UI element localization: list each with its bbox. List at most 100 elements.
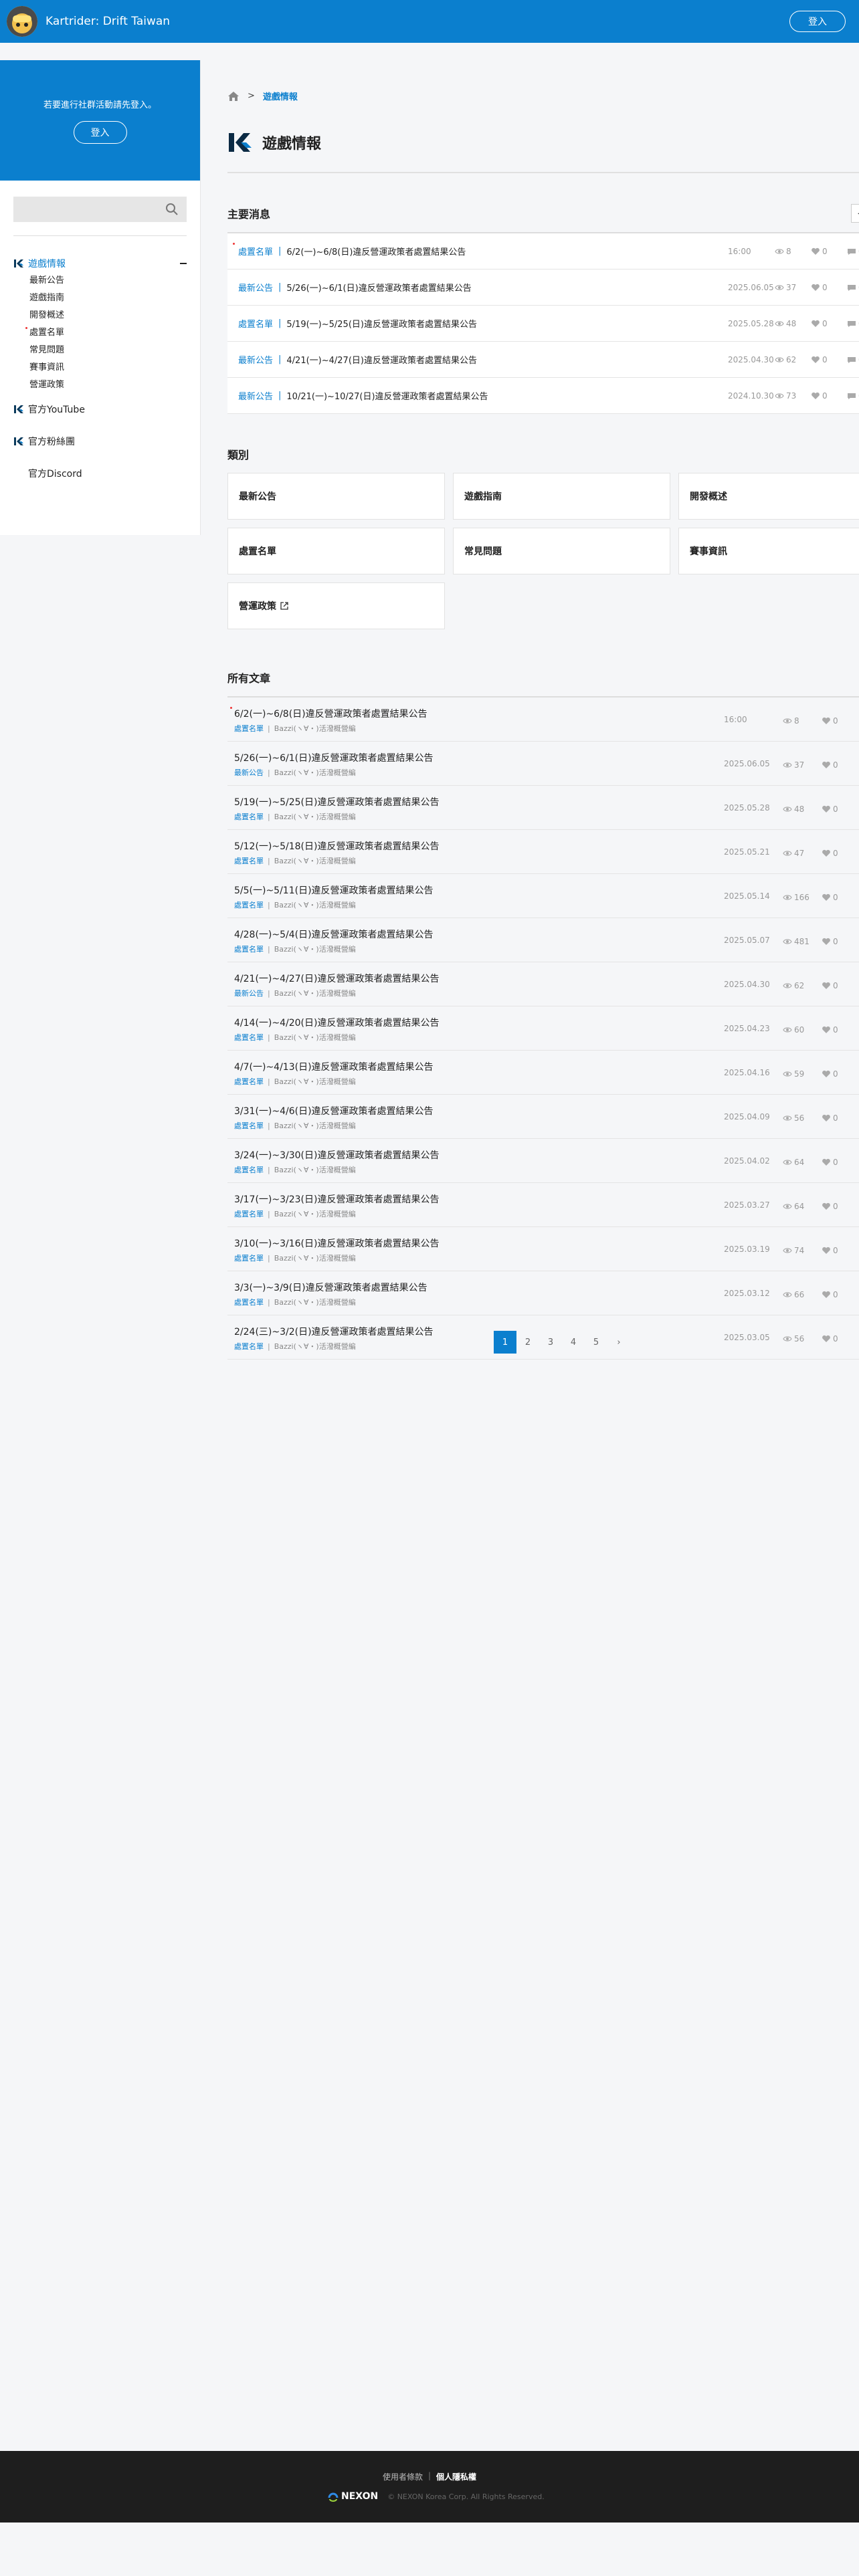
article-category: 處置名單 — [234, 857, 264, 865]
category-card-guide[interactable]: 遊戲指南 — [453, 473, 670, 520]
collapse-icon[interactable] — [180, 263, 187, 264]
sidebar-item-discord[interactable]: 官方Discord — [13, 465, 187, 482]
eye-icon — [783, 1292, 792, 1297]
article-category: 處置名單 — [234, 1033, 264, 1042]
article-meta: 處置名單 | Bazzi(ヽ∀・)活潑概營編 — [234, 723, 356, 734]
eye-icon — [783, 1071, 792, 1077]
views-count: 62 — [794, 981, 805, 990]
article-row[interactable]: 4/14(一)~4/20(日)違反營運政策者處置結果公告 處置名單 | Bazzi(ヽ… — [227, 1006, 859, 1051]
next-page-button[interactable]: › — [607, 1331, 630, 1354]
article-row[interactable]: 5/12(一)~5/18(日)違反營運政策者處置結果公告 處置名單 | Bazzi(ヽ… — [227, 830, 859, 874]
site-logo-avatar[interactable] — [7, 6, 37, 37]
notice-separator: | — [278, 282, 282, 292]
notice-row[interactable]: 最新公告 | 5/26(一)~6/1(日)違反營運政策者處置結果公告 2025.06.… — [227, 270, 859, 306]
article-date: 2025.04.09 — [724, 1112, 770, 1121]
article-row[interactable]: 3/10(一)~3/16(日)違反營運政策者處置結果公告 處置名單 | Bazzi(ヽ… — [227, 1227, 859, 1271]
notice-row[interactable]: 處置名單 | 6/2(一)~6/8(日)違反營運政策者處置結果公告 16:00 8 0 0 — [227, 233, 859, 270]
notice-date: 2025.04.30 — [728, 354, 774, 364]
article-title: 3/31(一)~4/6(日)違反營運政策者處置結果公告 — [234, 1106, 434, 1117]
article-row[interactable]: 3/24(一)~3/30(日)違反營運政策者處置結果公告 處置名單 | Bazzi(ヽ… — [227, 1139, 859, 1183]
carousel-prev-button[interactable]: ◀ — [851, 204, 859, 223]
notice-row[interactable]: 處置名單 | 5/19(一)~5/25(日)違反營運政策者處置結果公告 2025.05… — [227, 306, 859, 342]
category-card-esports[interactable]: 賽事資訊 — [678, 528, 859, 574]
heart-icon — [822, 1202, 830, 1210]
site-title[interactable]: Kartrider: Drift Taiwan — [45, 15, 170, 28]
category-card-news[interactable]: 最新公告 — [227, 473, 445, 520]
category-card-policy[interactable]: 營運政策 — [227, 582, 445, 629]
article-row[interactable]: 5/5(一)~5/11(日)違反營運政策者處置結果公告 處置名單 | Bazzi(ヽ∀… — [227, 874, 859, 918]
heart-icon — [822, 1026, 830, 1033]
notice-date: 2025.06.05 — [728, 282, 774, 292]
article-views: 481 — [783, 937, 809, 946]
article-meta-separator: | — [268, 1077, 270, 1086]
sidebar-item-youtube[interactable]: 官方YouTube — [13, 401, 187, 418]
category-card-faq[interactable]: 常見問題 — [453, 528, 670, 574]
category-card-sanctions[interactable]: 處置名單 — [227, 528, 445, 574]
sidebar-search-input[interactable] — [13, 197, 187, 222]
article-views: 66 — [783, 1290, 804, 1299]
sidebar-subitem-guide[interactable]: 遊戲指南 — [13, 290, 187, 307]
category-card-dev[interactable]: 開發概述 — [678, 473, 859, 520]
article-author: Bazzi(ヽ∀・)活潑概營編 — [274, 1210, 356, 1218]
article-title: 5/12(一)~5/18(日)違反營運政策者處置結果公告 — [234, 841, 440, 852]
article-title: 5/19(一)~5/25(日)違反營運政策者處置結果公告 — [234, 797, 440, 808]
header-login-button[interactable]: 登入 — [789, 11, 846, 32]
heart-icon — [822, 893, 830, 901]
sidebar-subitem-faq[interactable]: 常見問題 — [13, 342, 187, 359]
article-author: Bazzi(ヽ∀・)活潑概營編 — [274, 1342, 356, 1351]
article-row[interactable]: 6/2(一)~6/8(日)違反營運政策者處置結果公告 處置名單 | Bazzi(ヽ∀・… — [227, 697, 859, 742]
views-count: 56 — [794, 1113, 805, 1123]
notice-views: 48 — [775, 319, 796, 328]
article-views: 37 — [783, 760, 804, 770]
breadcrumb-current[interactable]: 遊戲情報 — [263, 90, 298, 102]
heart-icon — [822, 1070, 830, 1077]
notice-views: 73 — [775, 391, 796, 401]
article-title: 4/14(一)~4/20(日)違反營運政策者處置結果公告 — [234, 1018, 440, 1029]
sidebar-item-fanpage[interactable]: 官方粉絲團 — [13, 433, 187, 450]
heart-icon — [822, 849, 830, 857]
page-button[interactable]: 1 — [494, 1331, 516, 1354]
terms-link[interactable]: 使用者條款 — [383, 2471, 423, 2482]
page-button[interactable]: 2 — [516, 1331, 539, 1354]
article-date: 2025.03.19 — [724, 1245, 770, 1254]
nexon-logo[interactable]: NEXON — [328, 2491, 378, 2502]
home-icon[interactable] — [227, 91, 240, 102]
page-button[interactable]: 4 — [562, 1331, 585, 1354]
article-row[interactable]: 3/31(一)~4/6(日)違反營運政策者處置結果公告 處置名單 | Bazzi(ヽ∀… — [227, 1095, 859, 1139]
article-views: 62 — [783, 981, 804, 990]
search-icon[interactable] — [165, 203, 179, 216]
article-category: 處置名單 — [234, 1254, 264, 1263]
article-row[interactable]: 4/21(一)~4/27(日)違反營運政策者處置結果公告 最新公告 | Bazzi(ヽ… — [227, 962, 859, 1006]
article-date: 2025.05.21 — [724, 847, 770, 857]
article-row[interactable]: 3/3(一)~3/9(日)違反營運政策者處置結果公告 處置名單 | Bazzi(ヽ∀・… — [227, 1271, 859, 1315]
page-button[interactable]: 3 — [539, 1331, 562, 1354]
sidebar-item-label: 官方Discord — [28, 469, 82, 479]
article-title: 3/17(一)~3/23(日)違反營運政策者處置結果公告 — [234, 1194, 440, 1205]
article-row[interactable]: 4/7(一)~4/13(日)違反營運政策者處置結果公告 處置名單 | Bazzi(ヽ∀… — [227, 1051, 859, 1095]
sidebar-subitem-news[interactable]: 最新公告 — [13, 272, 187, 290]
sidebar-login-button[interactable]: 登入 — [73, 120, 127, 144]
sidebar-subitem-esports[interactable]: 賽事資訊 — [13, 359, 187, 377]
notice-row[interactable]: 最新公告 | 10/21(一)~10/27(日)違反營運政策者處置結果公告 2024.… — [227, 378, 859, 414]
article-row[interactable]: 5/19(一)~5/25(日)違反營運政策者處置結果公告 處置名單 | Bazzi(ヽ… — [227, 786, 859, 830]
views-count: 37 — [794, 760, 805, 770]
notice-date: 2024.10.30 — [728, 391, 774, 401]
pagination: 1 2 3 4 5 › — [494, 1331, 630, 1354]
article-row[interactable]: 3/17(一)~3/23(日)違反營運政策者處置結果公告 處置名單 | Bazzi(ヽ… — [227, 1183, 859, 1227]
article-likes: 0 — [822, 1246, 838, 1255]
heart-icon — [812, 356, 820, 363]
article-row[interactable]: 4/28(一)~5/4(日)違反營運政策者處置結果公告 處置名單 | Bazzi(ヽ∀… — [227, 918, 859, 962]
sidebar-subitem-policy[interactable]: 營運政策 — [13, 377, 187, 394]
notice-row[interactable]: 最新公告 | 4/21(一)~4/27(日)違反營運政策者處置結果公告 2025.04… — [227, 342, 859, 378]
sidebar-item-game-info[interactable]: 遊戲情報 — [13, 255, 187, 272]
sidebar-subitem-sanctions[interactable]: 處置名單 — [13, 324, 187, 342]
page-button[interactable]: 5 — [585, 1331, 607, 1354]
article-category: 處置名單 — [234, 901, 264, 909]
sidebar-subitem-dev[interactable]: 開發概述 — [13, 307, 187, 324]
article-date: 2025.04.23 — [724, 1024, 770, 1033]
article-date: 2025.03.05 — [724, 1333, 770, 1342]
article-category: 處置名單 — [234, 1298, 264, 1307]
article-row[interactable]: 5/26(一)~6/1(日)違反營運政策者處置結果公告 最新公告 | Bazzi(ヽ∀… — [227, 742, 859, 786]
notice-comments: 0 — [847, 355, 859, 364]
privacy-link[interactable]: 個人隱私權 — [436, 2471, 476, 2482]
